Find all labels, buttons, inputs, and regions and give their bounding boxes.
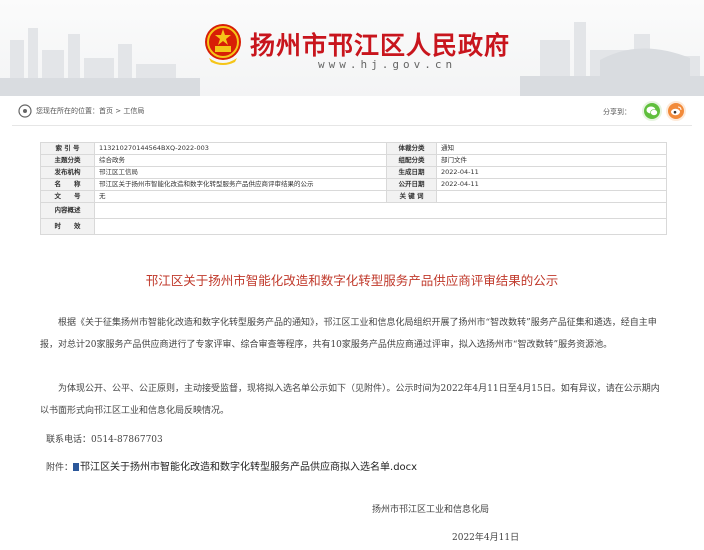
breadcrumb-current-link[interactable]: 工信局: [123, 107, 144, 115]
doc-number-label: 文 号: [40, 190, 95, 203]
category-label: 组配分类: [386, 154, 437, 167]
summary-value: [94, 202, 667, 219]
breadcrumb-separator: >: [113, 107, 124, 115]
article-title: 邗江区关于扬州市智能化改造和数字化转型服务产品供应商评审结果的公示: [145, 273, 559, 288]
share-wechat-button[interactable]: [642, 101, 662, 121]
attachment-label: 附件：: [46, 463, 74, 473]
metadata-table: 索 引 号 113210270144564BXQ-2022-003 体裁分类 通…: [40, 142, 667, 235]
created-date-value: 2022-04-11: [436, 166, 667, 179]
created-date-label: 生成日期: [386, 166, 437, 179]
signature-date: 2022年4月11日: [452, 533, 520, 543]
metadata-row: 内容概述: [40, 202, 667, 219]
publisher-label: 发布机构: [40, 166, 95, 179]
breadcrumb: 您现在所在的位置：首页 > 工信局: [36, 106, 144, 116]
national-emblem-icon: [205, 24, 241, 65]
attachment-line: 附件： 邗江区关于扬州市智能化改造和数字化转型服务产品供应商拟入选名单.docx: [46, 458, 417, 473]
site-title: 扬州市邗江区人民政府: [250, 31, 511, 60]
category-value: 部门文件: [436, 154, 667, 167]
metadata-row: 发布机构 邗江区工信局 生成日期 2022-04-11: [40, 166, 667, 179]
genre-value: 通知: [436, 142, 667, 155]
wechat-icon: [646, 106, 658, 116]
timeliness-label: 时 效: [40, 218, 95, 235]
public-date-label: 公开日期: [386, 178, 437, 191]
article-paragraph: 根据《关于征集扬州市智能化改造和数字化转型服务产品的通知》，邗江区工业和信息化局…: [40, 312, 666, 356]
article-paragraph: 为体现公开、公平、公正原则，主动接受监督，现将拟入选名单公示如下（见附件）。公示…: [40, 378, 666, 422]
topic-value: 综合政务: [94, 154, 387, 167]
public-date-value: 2022-04-11: [436, 178, 667, 191]
doc-number-value: 无: [94, 190, 387, 203]
index-number-value: 113210270144564BXQ-2022-003: [94, 142, 387, 155]
breadcrumb-home-link[interactable]: 首页: [99, 107, 113, 115]
share-label: 分享到：: [603, 108, 631, 116]
contact-phone: 联系电话：0514-87867703: [46, 435, 163, 445]
paragraph-1-text: 根据《关于征集扬州市智能化改造和数字化转型服务产品的通知》，邗江区工业和信息化局…: [40, 318, 657, 350]
summary-label: 内容概述: [40, 202, 95, 219]
index-number-label: 索 引 号: [40, 142, 95, 155]
metadata-row: 主题分类 综合政务 组配分类 部门文件: [40, 154, 667, 167]
signature-organization: 扬州市邗江区工业和信息化局: [372, 505, 490, 515]
location-icon: [18, 104, 32, 118]
share-weibo-button[interactable]: [666, 101, 686, 121]
breadcrumb-bar: 您现在所在的位置：首页 > 工信局 分享到：: [12, 98, 692, 126]
attachment-link[interactable]: 邗江区关于扬州市智能化改造和数字化转型服务产品供应商拟入选名单.docx: [80, 462, 417, 473]
metadata-row: 时 效: [40, 218, 667, 235]
publisher-value: 邗江区工信局: [94, 166, 387, 179]
metadata-row: 名 称 邗江区关于扬州市智能化改造和数字化转型服务产品供应商评审结果的公示 公开…: [40, 178, 667, 191]
timeliness-value: [94, 218, 667, 235]
site-banner: 扬州市邗江区人民政府 www.hj.gov.cn: [0, 0, 704, 96]
doc-name-label: 名 称: [40, 178, 95, 191]
metadata-row: 索 引 号 113210270144564BXQ-2022-003 体裁分类 通…: [40, 142, 667, 155]
topic-label: 主题分类: [40, 154, 95, 167]
docx-file-icon: [73, 463, 80, 471]
site-url: www.hj.gov.cn: [318, 58, 457, 71]
genre-label: 体裁分类: [386, 142, 437, 155]
keywords-label: 关 键 词: [386, 190, 437, 203]
doc-name-value: 邗江区关于扬州市智能化改造和数字化转型服务产品供应商评审结果的公示: [94, 178, 387, 191]
paragraph-2-text: 为体现公开、公平、公正原则，主动接受监督，现将拟入选名单公示如下（见附件）。公示…: [40, 384, 660, 416]
weibo-icon: [671, 106, 682, 116]
breadcrumb-prefix: 您现在所在的位置：: [36, 107, 99, 115]
metadata-row: 文 号 无 关 键 词: [40, 190, 667, 203]
keywords-value: [436, 190, 667, 203]
